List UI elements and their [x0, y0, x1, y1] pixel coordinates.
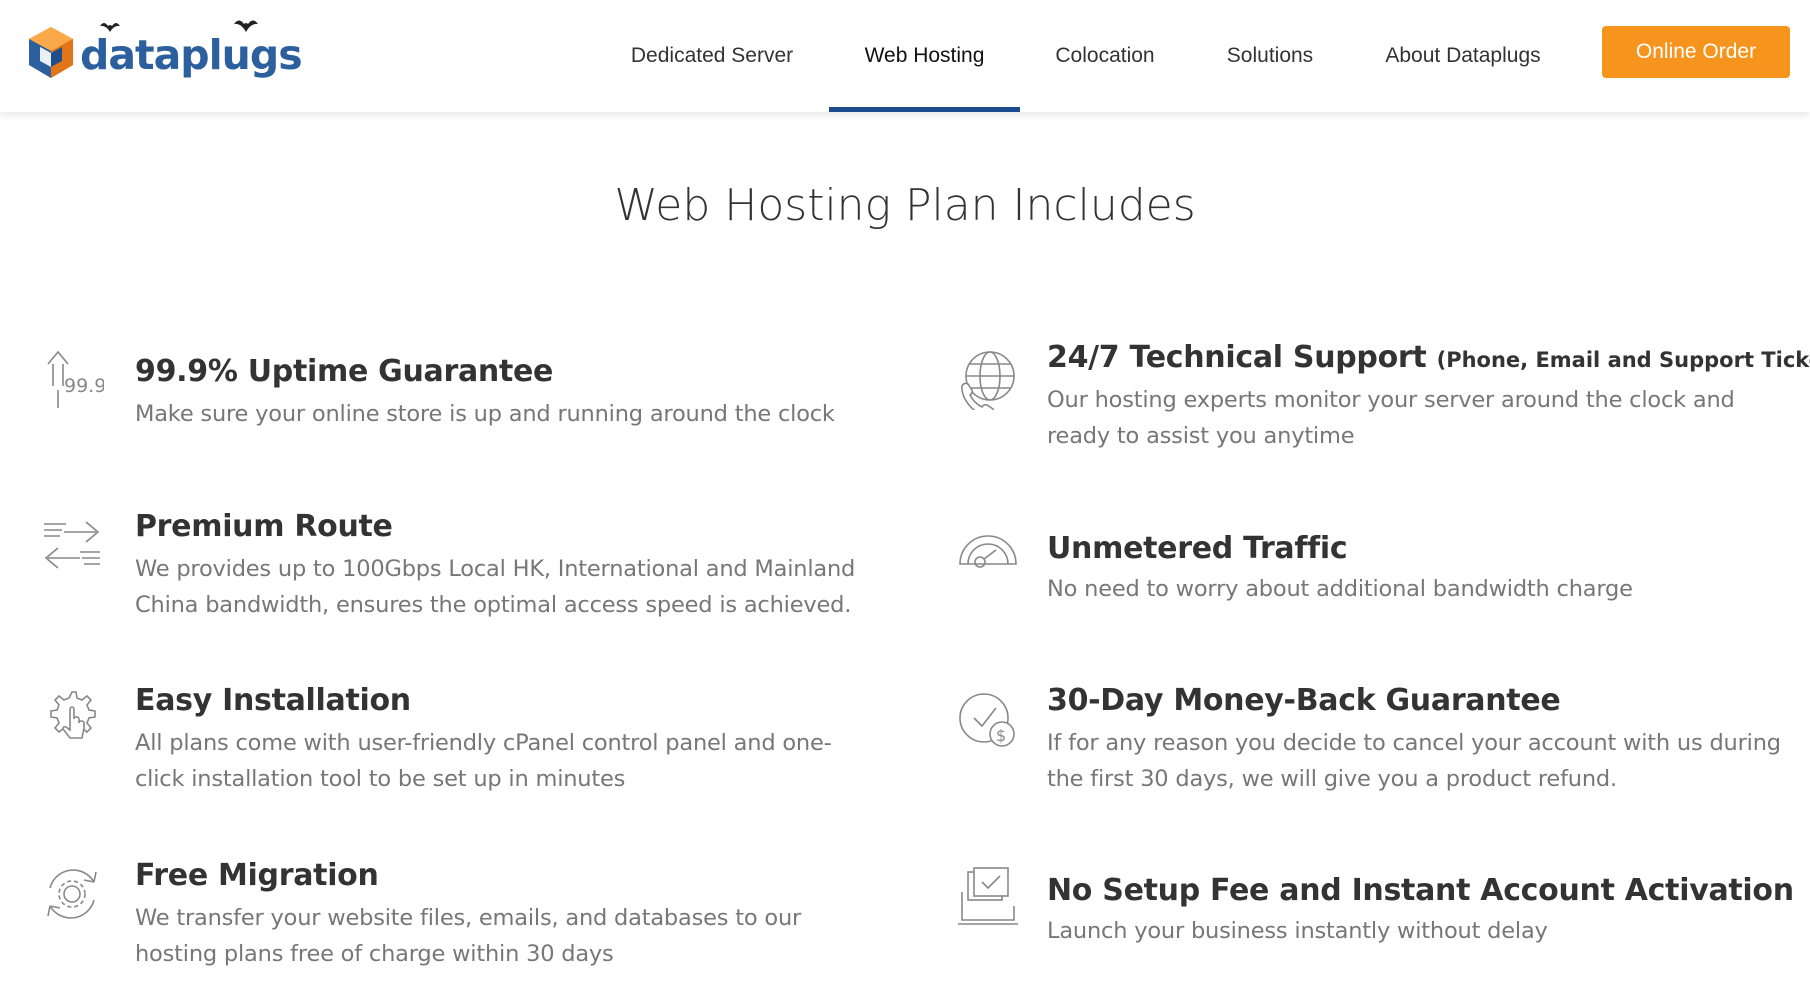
feature-description: All plans come with user-friendly cPanel… — [135, 730, 832, 792]
migration-gear-icon — [40, 862, 104, 926]
nav-solutions[interactable]: Solutions — [1205, 0, 1335, 112]
online-order-button[interactable]: Online Order — [1602, 26, 1790, 78]
nav-colocation[interactable]: Colocation — [1037, 0, 1173, 112]
feature-title-note: (Phone, Email and Support Ticket) — [1436, 348, 1810, 372]
nav-dedicated-server[interactable]: Dedicated Server — [614, 0, 810, 112]
feature-description: Our hosting experts monitor your server … — [1047, 387, 1735, 449]
svg-text:99.9: 99.9 — [64, 375, 104, 397]
feature-title: 24/7 Technical Support (Phone, Email and… — [1047, 340, 1810, 375]
svg-text:$: $ — [996, 726, 1006, 745]
uptime-arrow-icon: 99.9 — [40, 346, 106, 410]
logo-bats-icon — [100, 20, 258, 32]
feature-title: Free Migration — [135, 858, 379, 893]
feature-description: Make sure your online store is up and ru… — [135, 401, 835, 427]
gear-hand-icon — [40, 686, 104, 750]
feature-description: We provides up to 100Gbps Local HK, Inte… — [135, 556, 856, 618]
feature-description: Launch your business instantly without d… — [1047, 918, 1548, 944]
feature-title-text: 24/7 Technical Support — [1047, 340, 1427, 375]
globe-phone-icon — [956, 346, 1020, 417]
nav-web-hosting[interactable]: Web Hosting — [829, 0, 1020, 112]
section-title: Web Hosting Plan Includes — [614, 180, 1196, 231]
feature-title: 99.9% Uptime Guarantee — [135, 354, 554, 389]
feature-description: We transfer your website files, emails, … — [135, 905, 802, 967]
feature-description: No need to worry about additional bandwi… — [1047, 576, 1633, 602]
route-arrows-icon — [40, 512, 104, 576]
clock-dollar-icon: $ — [956, 688, 1020, 752]
logo-wordmark: dataplugs — [80, 30, 303, 79]
speedometer-icon — [956, 522, 1020, 586]
laptop-check-icon — [956, 866, 1020, 930]
feature-title: Unmetered Traffic — [1047, 531, 1348, 566]
feature-title: 30-Day Money-Back Guarantee — [1047, 683, 1561, 718]
feature-title: No Setup Fee and Instant Account Activat… — [1047, 873, 1794, 908]
nav-about-dataplugs[interactable]: About Dataplugs — [1368, 0, 1558, 112]
feature-title: Easy Installation — [135, 683, 411, 718]
top-navbar: dataplugs Dedicated Server Web Hosting C… — [0, 0, 1810, 112]
feature-title: Premium Route — [135, 509, 393, 544]
dataplugs-logo[interactable]: dataplugs — [26, 20, 303, 84]
feature-description: If for any reason you decide to cancel y… — [1047, 730, 1781, 792]
